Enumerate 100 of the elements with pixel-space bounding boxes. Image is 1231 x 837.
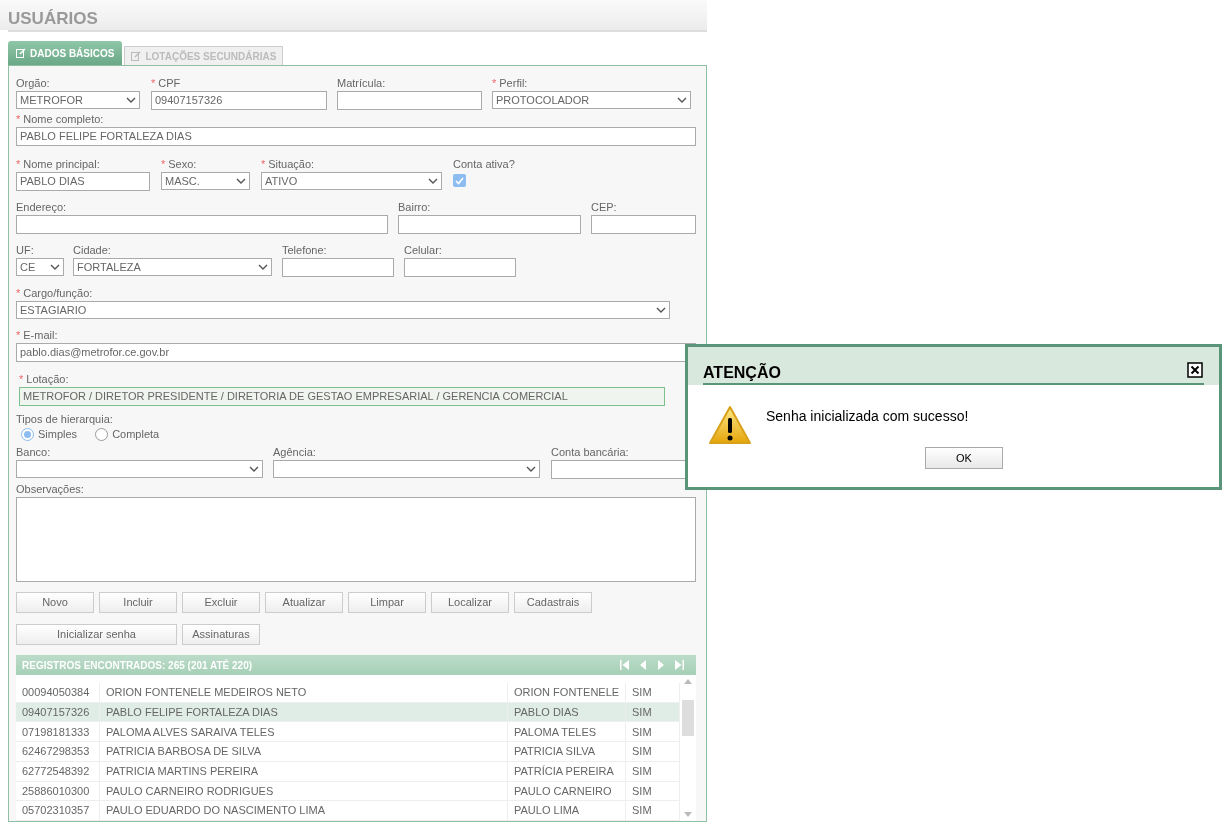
next-page-icon[interactable]: [656, 659, 666, 671]
text-area[interactable]: [16, 497, 696, 582]
field-label: Nome completo:: [23, 112, 104, 127]
table-cell: 05702310357: [16, 801, 100, 821]
scroll-up-icon[interactable]: [684, 679, 692, 684]
field-label: Agência:: [273, 445, 316, 460]
field-label: Situação:: [268, 157, 315, 172]
select-field[interactable]: METROFOR: [16, 91, 140, 109]
table-row[interactable]: 00094050384 ORION FONTENELE MEDEIROS NETO ORION FONTENELE SIM: [16, 683, 680, 703]
select-field[interactable]: ESTAGIARIO: [16, 301, 670, 319]
table-cell: 62772548392: [16, 761, 100, 781]
field-label: Perfil:: [499, 76, 528, 91]
action-button[interactable]: Excluir: [182, 592, 260, 613]
table-cell: ORION FONTENELE MEDEIROS NETO: [100, 683, 508, 702]
action-button[interactable]: Atualizar: [265, 592, 343, 613]
input-field[interactable]: [282, 258, 394, 277]
close-icon[interactable]: [1187, 362, 1203, 378]
field-label: Cargo/função:: [23, 286, 93, 301]
table-cell: SIM: [626, 702, 680, 722]
table-cell: ORION FONTENELE: [508, 683, 626, 702]
action-button[interactable]: Incluir: [99, 592, 177, 613]
table-row[interactable]: 07198181333 PALOMA ALVES SARAIVA TELES PALOMA TELES SIM: [16, 722, 680, 743]
select-field[interactable]: MASC.: [161, 172, 250, 190]
action-button[interactable]: Novo: [16, 592, 94, 613]
table-row[interactable]: 05702310357 PAULO EDUARDO DO NASCIMENTO LIMA PAULO LIMA SIM: [16, 801, 680, 821]
input-field[interactable]: PABLO DIAS: [16, 172, 150, 191]
required-mark: *: [16, 286, 21, 301]
table-cell: PAULO LIMA: [508, 801, 626, 821]
table-cell: SIM: [626, 801, 680, 821]
table-row[interactable]: 62467298353 PATRICIA BARBOSA DE SILVA PATRICIA SILVA SIM: [16, 742, 680, 762]
table-cell: PATRICIA MARTINS PEREIRA: [100, 761, 508, 781]
table-cell: 00094050384: [16, 683, 100, 702]
field-label: Cidade:: [73, 243, 111, 258]
select-field[interactable]: [16, 460, 263, 478]
scrollbar-thumb[interactable]: [682, 700, 694, 736]
table-cell: 25886010300: [16, 781, 100, 801]
required-mark: *: [16, 328, 21, 343]
table-cell: PAULO CARNEIRO RODRIGUES: [100, 781, 508, 801]
table-cell: PATRICIA BARBOSA DE SILVA: [100, 742, 508, 761]
dialog-title: ATENÇÃO: [703, 363, 781, 382]
field-label: Conta bancária:: [551, 445, 629, 460]
input-field[interactable]: [591, 215, 696, 234]
action-button[interactable]: Inicializar senha: [16, 624, 177, 645]
field-label: E-mail:: [23, 328, 58, 343]
action-button[interactable]: Localizar: [431, 592, 509, 613]
select-field[interactable]: FORTALEZA: [73, 258, 272, 276]
input-field[interactable]: METROFOR / DIRETOR PRESIDENTE / DIRETORIA DE GESTAO EMPRESARIAL / GERENCIA COMERCIAL: [19, 387, 665, 406]
action-button[interactable]: Cadastrais: [514, 592, 592, 613]
input-field[interactable]: PABLO FELIPE FORTALEZA DIAS: [16, 127, 696, 146]
field-label: Celular:: [404, 243, 442, 258]
field-label: CPF: [158, 76, 181, 91]
required-mark: *: [16, 112, 21, 127]
table-row[interactable]: 09407157326 PABLO FELIPE FORTALEZA DIAS PABLO DIAS SIM: [16, 702, 680, 723]
edit-icon: [16, 48, 26, 58]
required-mark: *: [16, 157, 21, 172]
first-page-icon[interactable]: [620, 659, 630, 671]
required-mark: *: [161, 157, 166, 172]
required-mark: *: [261, 157, 266, 172]
chevron-icon: [677, 97, 687, 103]
table-cell: SIM: [626, 781, 680, 801]
input-field[interactable]: pablo.dias@metrofor.ce.gov.br: [16, 343, 696, 362]
action-button[interactable]: Assinaturas: [182, 624, 260, 645]
table-cell: PALOMA ALVES SARAIVA TELES: [100, 722, 508, 742]
table-cell: SIM: [626, 683, 680, 702]
page-title: USUÁRIOS: [7, 8, 99, 30]
ok-button[interactable]: OK: [925, 447, 1003, 469]
input-field[interactable]: [16, 215, 388, 234]
chevron-icon: [236, 178, 246, 184]
table-cell: PATRICIA SILVA: [508, 742, 626, 761]
select-field[interactable]: [273, 460, 540, 478]
table-row[interactable]: 25886010300 PAULO CARNEIRO RODRIGUES PAULO CARNEIRO SIM: [16, 781, 680, 802]
field-label: Bairro:: [398, 200, 431, 215]
result-count: REGISTROS ENCONTRADOS: 265 (201 ATÉ 220): [22, 658, 253, 673]
checkbox[interactable]: [453, 174, 466, 187]
last-page-icon[interactable]: [674, 659, 684, 671]
table-row[interactable]: 62772548392 PATRICIA MARTINS PEREIRA PATRÍCIA PEREIRA SIM: [16, 761, 680, 782]
scroll-down-icon[interactable]: [684, 812, 692, 817]
chevron-icon: [656, 307, 666, 313]
previous-page-icon[interactable]: [638, 659, 648, 671]
field-label: Conta ativa?: [453, 157, 515, 172]
select-field[interactable]: PROTOCOLADOR: [492, 91, 691, 109]
input-field[interactable]: [404, 258, 516, 277]
chevron-icon: [428, 178, 438, 184]
radio-button[interactable]: [21, 428, 34, 441]
action-button[interactable]: Limpar: [348, 592, 426, 613]
chevron-icon: [258, 264, 268, 270]
select-field[interactable]: ATIVO: [261, 172, 442, 190]
input-field[interactable]: [398, 215, 581, 234]
table-cell: 07198181333: [16, 722, 100, 742]
input-field[interactable]: [337, 91, 482, 110]
radio-label: Simples: [38, 427, 78, 443]
radio-button[interactable]: [95, 428, 109, 441]
table-cell: PAULO CARNEIRO: [508, 781, 626, 801]
field-label: Tipos de hierarquia:: [16, 412, 113, 427]
input-field[interactable]: 09407157326: [151, 91, 327, 110]
field-label: Nome principal:: [23, 157, 100, 172]
select-field[interactable]: CE: [16, 258, 64, 276]
table-cell: PABLO DIAS: [508, 702, 626, 722]
field-label: Orgão:: [16, 76, 50, 91]
field-label: CEP:: [591, 200, 617, 215]
